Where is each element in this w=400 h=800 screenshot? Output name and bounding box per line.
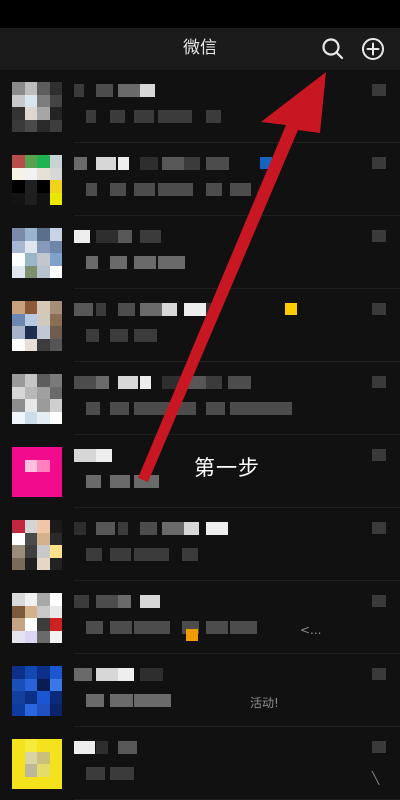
color-mosaic-block	[186, 629, 198, 641]
chat-list-item[interactable]	[0, 508, 400, 581]
add-button[interactable]	[360, 36, 386, 62]
avatar	[12, 82, 62, 132]
chat-list-item[interactable]	[0, 289, 400, 362]
chat-list: <... 活动! ╲	[0, 70, 400, 800]
color-mosaic-block	[260, 157, 272, 169]
avatar	[12, 593, 62, 643]
chat-time-mosaic	[372, 522, 386, 534]
chat-list-item[interactable]	[0, 435, 400, 508]
avatar	[12, 155, 62, 205]
chat-list-item[interactable]	[0, 362, 400, 435]
message-preview: 活动!	[250, 696, 279, 710]
message-preview: <...	[300, 623, 322, 637]
avatar	[12, 447, 62, 497]
avatar	[12, 301, 62, 351]
app-header: 微信	[0, 28, 400, 70]
message-preview: ╲	[372, 771, 380, 785]
plus-circle-icon	[362, 38, 384, 60]
avatar	[12, 520, 62, 570]
status-bar	[0, 0, 400, 28]
chat-time-mosaic	[372, 230, 386, 242]
avatar	[12, 739, 62, 789]
chat-list-item[interactable]	[0, 70, 400, 143]
search-icon	[322, 38, 344, 60]
chat-time-mosaic	[372, 668, 386, 680]
color-mosaic-block	[285, 303, 297, 315]
phone-screen: 微信 <... 活动! ╲ 第一步	[0, 0, 400, 800]
chat-list-item[interactable]: <...	[0, 581, 400, 654]
chat-list-item[interactable]	[0, 216, 400, 289]
chat-time-mosaic	[372, 303, 386, 315]
search-button[interactable]	[320, 36, 346, 62]
chat-list-item[interactable]: 活动!	[0, 654, 400, 727]
chat-time-mosaic	[372, 741, 386, 753]
chat-time-mosaic	[372, 595, 386, 607]
chat-time-mosaic	[372, 157, 386, 169]
chat-time-mosaic	[372, 84, 386, 96]
avatar	[12, 666, 62, 716]
avatar	[12, 228, 62, 278]
chat-list-item[interactable]	[0, 143, 400, 216]
chat-time-mosaic	[372, 376, 386, 388]
chat-time-mosaic	[372, 449, 386, 461]
avatar	[12, 374, 62, 424]
chat-list-item[interactable]: ╲	[0, 727, 400, 800]
